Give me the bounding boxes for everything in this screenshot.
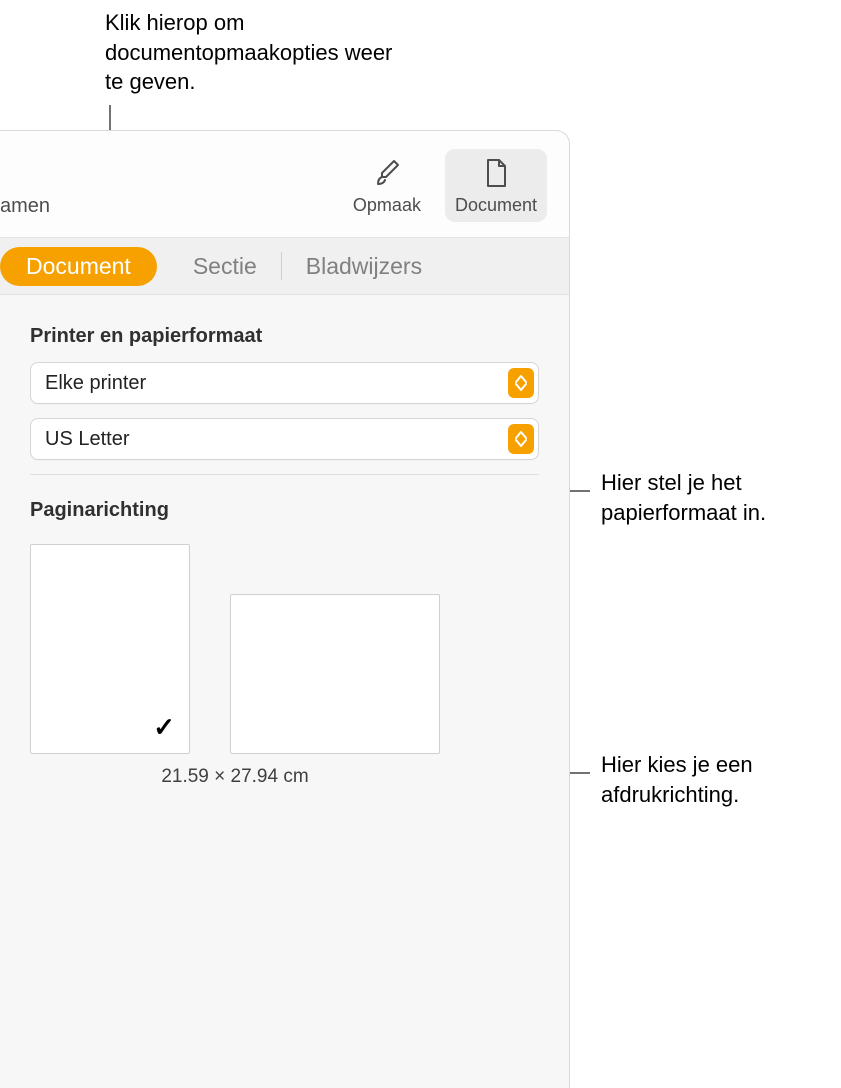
- tab-section[interactable]: Sectie: [169, 253, 281, 280]
- toolbar: amen Opmaak Document: [0, 131, 569, 237]
- page-dimensions: 21.59 × 27.94 cm: [30, 766, 440, 788]
- orientation-landscape[interactable]: [230, 594, 440, 754]
- printer-popup[interactable]: Elke printer: [30, 362, 539, 404]
- updown-icon: [508, 424, 534, 454]
- tab-bookmarks[interactable]: Bladwijzers: [282, 253, 446, 280]
- printer-paper-title: Printer en papierformaat: [30, 325, 539, 348]
- orientation-options: ✓: [30, 544, 539, 754]
- callout-orientation: Hier kies je een afdrukrichting.: [601, 750, 821, 809]
- paintbrush-icon: [371, 157, 403, 189]
- inspector-panel: amen Opmaak Document Document Sectie: [0, 130, 570, 1088]
- orientation-title: Paginarichting: [30, 499, 539, 522]
- toolbar-left-partial-label: amen: [0, 195, 50, 218]
- inspector-tabs: Document Sectie Bladwijzers: [0, 237, 569, 295]
- document-toolbar-button[interactable]: Document: [445, 149, 547, 222]
- orientation-portrait[interactable]: ✓: [30, 544, 190, 754]
- document-icon: [480, 157, 512, 189]
- callout-document-tab: Klik hierop om documentopmaakopties weer…: [105, 8, 405, 97]
- orientation-section: Paginarichting ✓ 21.59 × 27.94 cm: [0, 475, 569, 788]
- printer-paper-section: Printer en papierformaat Elke printer US…: [0, 295, 569, 475]
- format-toolbar-label: Opmaak: [353, 195, 421, 216]
- format-toolbar-button[interactable]: Opmaak: [343, 149, 431, 222]
- callout-paper-size: Hier stel je het papierformaat in.: [601, 468, 831, 527]
- tab-document[interactable]: Document: [0, 247, 157, 286]
- checkmark-icon: ✓: [153, 712, 175, 743]
- paper-size-popup[interactable]: US Letter: [30, 418, 539, 460]
- paper-size-popup-value: US Letter: [45, 428, 129, 451]
- printer-popup-value: Elke printer: [45, 372, 146, 395]
- document-toolbar-label: Document: [455, 195, 537, 216]
- updown-icon: [508, 368, 534, 398]
